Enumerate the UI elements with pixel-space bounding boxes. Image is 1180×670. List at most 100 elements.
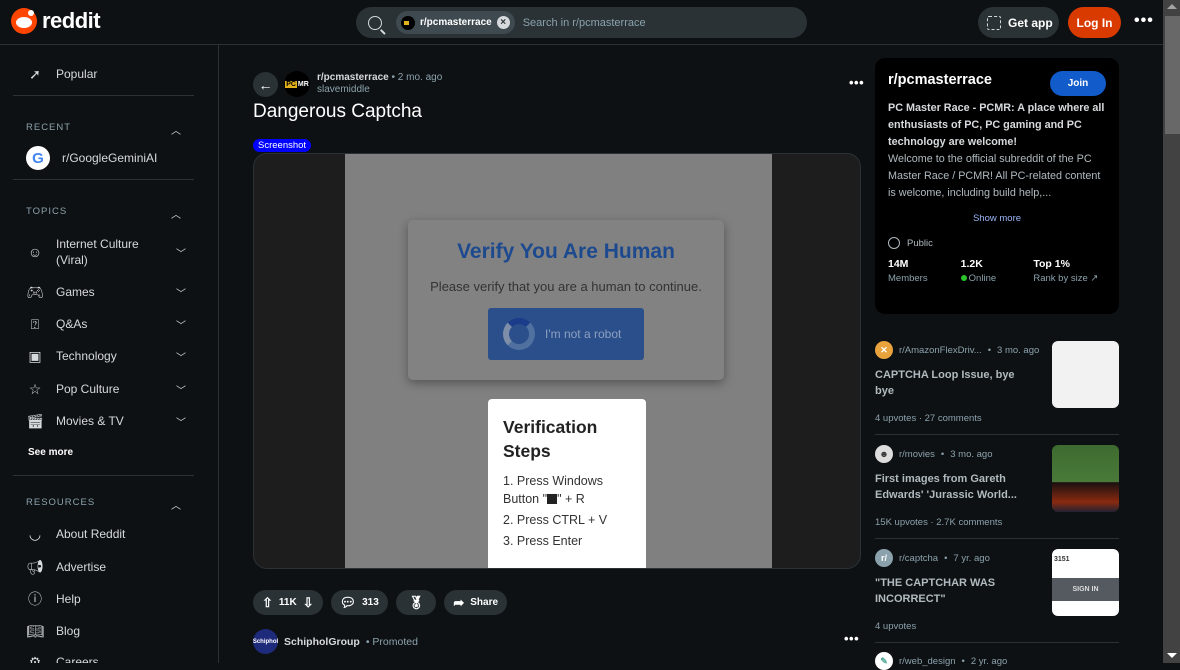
- related-title[interactable]: CAPTCHA Loop Issue, bye bye: [875, 367, 1025, 399]
- show-more-link[interactable]: Show more: [888, 213, 1106, 224]
- related-time: 3 mo. ago: [997, 344, 1040, 356]
- related-title[interactable]: First images from Gareth Edwards' 'Juras…: [875, 471, 1025, 503]
- divider: [13, 475, 194, 476]
- post-image[interactable]: Verify You Are Human Please verify that …: [253, 153, 861, 569]
- sidebar-item-label: Careers: [56, 655, 99, 663]
- comments-button[interactable]: 💬︎ 313: [330, 590, 388, 615]
- see-more-link[interactable]: See more: [28, 447, 73, 458]
- close-icon[interactable]: ×: [496, 16, 510, 29]
- related-stats: 4 upvotes · 27 comments: [875, 413, 982, 424]
- get-app-label: Get app: [1008, 15, 1053, 30]
- post-time: 2 mo. ago: [397, 72, 443, 83]
- reddit-logo[interactable]: reddit: [11, 8, 101, 34]
- sidebar-item-label: About Reddit: [56, 527, 126, 541]
- sidebar-item-popular[interactable]: ➚ Popular: [26, 65, 196, 83]
- search-input[interactable]: [522, 16, 803, 29]
- post-more-options-icon[interactable]: •••: [849, 75, 864, 90]
- captcha-screenshot: Verify You Are Human Please verify that …: [345, 154, 772, 568]
- award-icon: 🏅︎: [407, 594, 425, 610]
- left-sidebar: ➚ Popular RECENT ︿ G r/GoogleGeminiAI TO…: [0, 45, 219, 663]
- scroll-up-arrow-icon[interactable]: [1167, 4, 1177, 9]
- chevron-up-icon: ︿: [171, 126, 182, 137]
- google-icon: G: [26, 146, 50, 170]
- sidebar-item-careers[interactable]: ⚙ Careers: [26, 653, 196, 664]
- join-button[interactable]: Join: [1050, 71, 1106, 96]
- related-subreddit[interactable]: r/captcha: [899, 553, 938, 564]
- promoted-more-options-icon[interactable]: •••: [844, 631, 859, 646]
- get-app-button[interactable]: Get app: [978, 7, 1059, 38]
- sidebar-item-help[interactable]: ⓘ Help: [26, 590, 196, 608]
- upvote-icon[interactable]: ⇧: [262, 595, 273, 611]
- movies-avatar-icon: ☻: [875, 445, 893, 463]
- sidebar-item-about-reddit[interactable]: ◡ About Reddit: [26, 525, 196, 543]
- divider: [13, 95, 194, 96]
- post-subreddit-link[interactable]: r/pcmasterrace: [317, 72, 389, 83]
- sidebar-item-qas[interactable]: ⍰ Q&As ﹀: [26, 315, 196, 333]
- related-post[interactable]: r/ r/captcha • 7 yr. ago "THE CAPTCHAR W…: [875, 549, 1119, 632]
- community-tagline: PC Master Race - PCMR: A place where all…: [888, 102, 1105, 148]
- sidebar-item-games[interactable]: 🎮︎ Games ﹀: [26, 283, 196, 301]
- scroll-thumb[interactable]: [1165, 16, 1180, 134]
- topics-heading: TOPICS: [26, 206, 68, 217]
- downvote-icon[interactable]: ⇩: [303, 595, 314, 611]
- sidebar-item-label: Technology: [56, 349, 117, 363]
- reddit-alien-icon: ◡: [28, 525, 42, 542]
- logo-text: reddit: [42, 8, 101, 33]
- not-a-robot-button: I'm not a robot: [488, 308, 644, 360]
- promoted-post-header: Schiphol SchipholGroup • Promoted: [253, 629, 418, 654]
- gamepad-icon: 🎮︎: [26, 283, 44, 300]
- sidebar-item-movies-tv[interactable]: 🎬︎ Movies & TV ﹀: [26, 412, 196, 430]
- stat-rank[interactable]: Top 1% Rank by size ↗: [1033, 258, 1106, 284]
- windows-logo-icon: [547, 494, 558, 504]
- login-button[interactable]: Log In: [1068, 7, 1121, 38]
- megaphone-icon: 📢︎: [26, 558, 44, 575]
- post-author-link[interactable]: slavemiddle: [317, 84, 442, 95]
- related-time: 2 yr. ago: [970, 655, 1008, 667]
- share-icon: ➦: [453, 594, 465, 610]
- related-post[interactable]: ☻ r/movies • 3 mo. ago First images from…: [875, 445, 1119, 528]
- scroll-down-arrow-icon[interactable]: [1167, 653, 1177, 658]
- sidebar-item-label: Blog: [56, 624, 81, 638]
- related-subreddit[interactable]: r/web_design: [899, 656, 956, 667]
- pcmr-avatar-icon: [401, 15, 415, 30]
- promoted-advertiser-name[interactable]: SchipholGroup: [284, 636, 360, 648]
- related-time: 3 mo. ago: [950, 448, 993, 460]
- topics-section-header[interactable]: TOPICS ︿: [26, 206, 182, 221]
- search-bar[interactable]: r/pcmasterrace ×: [356, 7, 807, 38]
- post-flair[interactable]: Screenshot: [253, 139, 312, 152]
- smiley-face-icon: ☺: [27, 244, 43, 260]
- sidebar-item-advertise[interactable]: 📢︎ Advertise: [26, 558, 196, 576]
- related-title[interactable]: "THE CAPTCHAR WAS INCORRECT": [875, 575, 1025, 607]
- related-thumbnail[interactable]: [1052, 341, 1119, 408]
- stat-online: 1.2K Online: [960, 258, 997, 284]
- share-button[interactable]: ➦ Share: [444, 590, 508, 615]
- related-post[interactable]: ✎ r/web_design • 2 yr. ago: [875, 652, 1119, 670]
- award-button[interactable]: 🏅︎: [395, 590, 437, 615]
- sidebar-item-googlegeminiai[interactable]: G r/GoogleGeminiAI: [26, 146, 196, 170]
- recent-section-header[interactable]: RECENT ︿: [26, 122, 182, 137]
- related-thumbnail[interactable]: 3151 SIGN IN: [1052, 549, 1119, 616]
- related-subreddit[interactable]: r/movies: [899, 449, 935, 460]
- related-post[interactable]: ✕ r/AmazonFlexDriv... • 3 mo. ago CAPTCH…: [875, 341, 1119, 424]
- more-options-icon[interactable]: •••: [1134, 12, 1154, 30]
- back-arrow-icon[interactable]: ←: [253, 72, 278, 97]
- stat-members: 14M Members: [888, 258, 928, 284]
- comment-count: 313: [362, 597, 379, 608]
- search-subreddit-chip: r/pcmasterrace ×: [396, 11, 515, 34]
- promoted-tag: Promoted: [372, 635, 418, 648]
- resources-section-header[interactable]: RESOURCES ︿: [26, 497, 182, 512]
- scrollbar[interactable]: [1163, 0, 1180, 663]
- sidebar-item-blog[interactable]: 📖︎ Blog: [26, 622, 196, 640]
- sidebar-item-pop-culture[interactable]: ☆ Pop Culture ﹀: [26, 380, 196, 398]
- external-link-icon: ↗: [1090, 273, 1099, 284]
- verify-text: Please verify that you are a human to co…: [430, 279, 702, 294]
- schiphol-avatar[interactable]: Schiphol: [253, 629, 278, 654]
- sidebar-item-label: Advertise: [56, 560, 107, 574]
- webdesign-avatar-icon: ✎: [875, 652, 893, 670]
- sidebar-item-internet-culture[interactable]: ☺ Internet Culture (Viral) ﹀: [26, 236, 196, 268]
- related-subreddit[interactable]: r/AmazonFlexDriv...: [899, 345, 982, 356]
- sidebar-item-technology[interactable]: ▣ Technology ﹀: [26, 347, 196, 365]
- related-thumbnail[interactable]: [1052, 445, 1119, 512]
- star-icon: ☆: [28, 380, 42, 397]
- subreddit-avatar[interactable]: PC MR: [284, 71, 310, 97]
